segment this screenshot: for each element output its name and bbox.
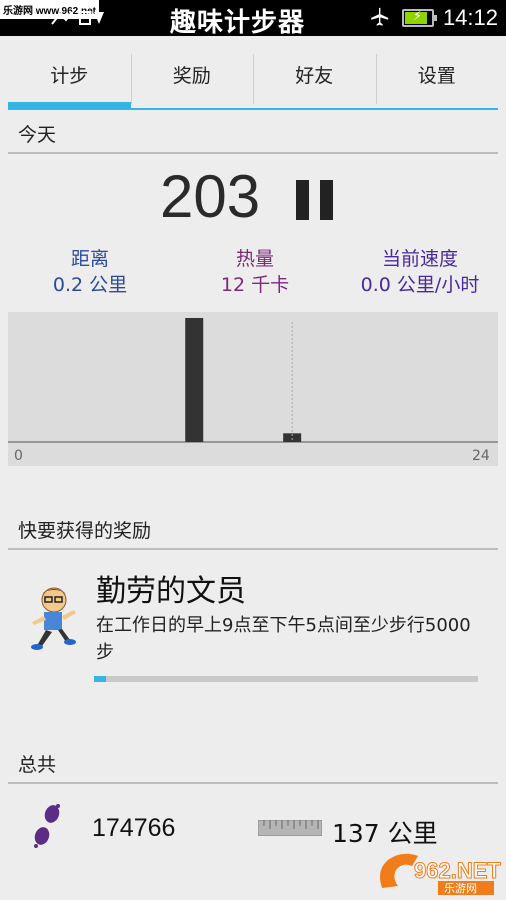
- tab-friends[interactable]: 好友: [253, 52, 376, 110]
- airplane-mode-icon: [371, 7, 389, 26]
- chart-canvas: 0 24: [8, 318, 498, 464]
- app-title: 趣味计步器: [170, 8, 306, 38]
- calories-stat: 热量 12 千卡: [185, 246, 325, 298]
- rewards-header: 快要获得的奖励: [18, 520, 152, 542]
- tab-indicator: [253, 108, 376, 110]
- calories-value: 12 千卡: [220, 274, 290, 296]
- clock: 14:12: [442, 5, 498, 30]
- watermark-brand: 962.NET: [414, 858, 501, 883]
- tab-indicator: [375, 108, 498, 110]
- today-header: 今天: [18, 124, 57, 146]
- total-steps: 174766: [92, 814, 176, 842]
- ruler-icon: [258, 820, 322, 836]
- tab-indicator: [130, 108, 253, 110]
- battery-icon: ⚡: [402, 9, 437, 27]
- speed-value: 0.0 公里/小时: [360, 274, 480, 296]
- footprints-icon: [34, 804, 60, 848]
- next-reward-card[interactable]: 勤劳的文员 在工作日的早上9点至下午5点间至少步行5000步: [8, 552, 498, 702]
- tab-pedometer[interactable]: 计步: [8, 52, 131, 110]
- distance-stat: 距离 0.2 公里: [20, 246, 160, 298]
- speed-stat: 当前速度 0.0 公里/小时: [340, 246, 500, 298]
- hourly-steps-chart: 0 24: [8, 312, 498, 466]
- distance-value: 0.2 公里: [52, 274, 128, 296]
- runner-avatar-icon: [31, 587, 76, 650]
- today-stats: 距离 0.2 公里 热量 12 千卡 当前速度 0.0 公里/小时: [0, 246, 506, 306]
- status-bar: 乐游网 www.962.net 趣味计步器 ⚡ 14:12: [0, 0, 506, 38]
- tab-label: 奖励: [172, 65, 211, 87]
- divider: [8, 782, 498, 784]
- pause-icon: [296, 180, 309, 220]
- tab-rewards[interactable]: 奖励: [130, 52, 253, 110]
- total-header: 总共: [18, 754, 57, 776]
- tab-label: 好友: [295, 65, 334, 87]
- chart-bar: [185, 318, 204, 442]
- reward-progress-fill: [94, 676, 106, 682]
- tab-label: 设置: [417, 65, 456, 87]
- reward-description: 在工作日的早上9点至下午5点间至少步行5000步: [96, 615, 471, 663]
- tab-label: 计步: [50, 65, 89, 87]
- total-distance: 137 公里: [332, 819, 438, 848]
- divider: [8, 548, 498, 550]
- x-tick-max: 24: [472, 448, 490, 464]
- speed-label: 当前速度: [381, 248, 458, 270]
- reward-title: 勤劳的文员: [96, 574, 246, 609]
- distance-label: 距离: [70, 248, 109, 270]
- reward-progress-bar: [94, 676, 478, 682]
- tab-settings[interactable]: 设置: [375, 52, 498, 110]
- pause-icon: [320, 180, 333, 220]
- tab-bar: 计步 奖励 好友 设置: [8, 52, 498, 110]
- steps-display: 203: [0, 162, 506, 242]
- step-count: 203: [160, 163, 261, 230]
- pause-button[interactable]: [296, 180, 336, 220]
- notification-icons: [51, 11, 104, 25]
- watermark-sub: 乐游网: [444, 882, 477, 895]
- x-tick-min: 0: [14, 448, 23, 464]
- calories-label: 热量: [235, 248, 274, 270]
- divider: [8, 152, 498, 154]
- watermark-logo: 962.NET 乐游网: [380, 853, 502, 895]
- tab-indicator: [8, 102, 131, 110]
